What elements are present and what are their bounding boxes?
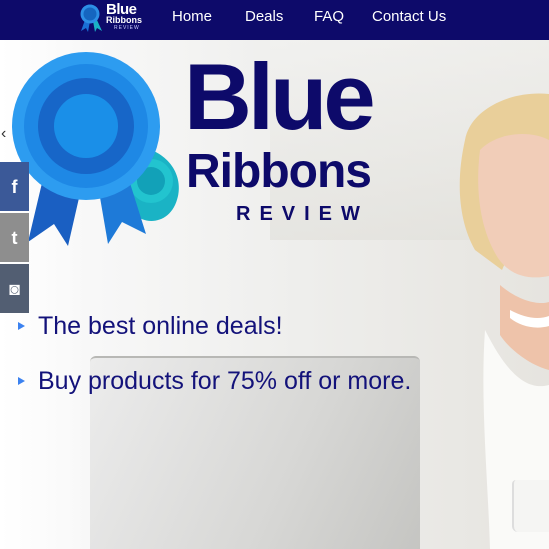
feature-bullet: The best online deals! [18, 311, 283, 341]
mug-photo [512, 480, 549, 532]
instagram-button[interactable]: ◙ [0, 264, 29, 313]
logo-title-ribbons: Ribbons [186, 145, 372, 198]
feature-bullet: Buy products for 75% off or more. [18, 366, 411, 396]
ribbon-icon [80, 4, 102, 32]
twitter-icon: t [11, 227, 18, 248]
facebook-button[interactable]: f [0, 162, 29, 211]
blue-ribbon-logo-icon [12, 52, 179, 246]
nav-logo-review: REVIEW [114, 25, 140, 31]
hero-banner: Blue Ribbons REVIEW ‹ f t ◙ The best onl… [0, 40, 549, 549]
instagram-icon: ◙ [9, 278, 20, 299]
logo-title-blue: Blue [184, 44, 376, 149]
feature-bullet-text: Buy products for 75% off or more. [38, 367, 412, 395]
nav-item-faq[interactable]: FAQ [314, 8, 344, 26]
twitter-button[interactable]: t [0, 213, 29, 262]
nav-logo[interactable]: Blue Ribbons REVIEW [78, 2, 150, 34]
bullet-triangle-icon [18, 322, 25, 330]
facebook-icon: f [11, 176, 18, 197]
nav-item-home[interactable]: Home [172, 8, 212, 26]
feature-bullet-text: The best online deals! [38, 312, 283, 340]
top-navbar: Blue Ribbons REVIEW Home Deals FAQ Conta… [0, 0, 549, 40]
nav-logo-ribbons: Ribbons [106, 15, 142, 25]
prev-slide-arrow[interactable]: ‹ [1, 126, 6, 142]
logo-title-review: REVIEW [236, 203, 369, 225]
bullet-triangle-icon [18, 377, 25, 385]
nav-item-contact-us[interactable]: Contact Us [372, 8, 446, 26]
nav-item-deals[interactable]: Deals [245, 8, 283, 26]
